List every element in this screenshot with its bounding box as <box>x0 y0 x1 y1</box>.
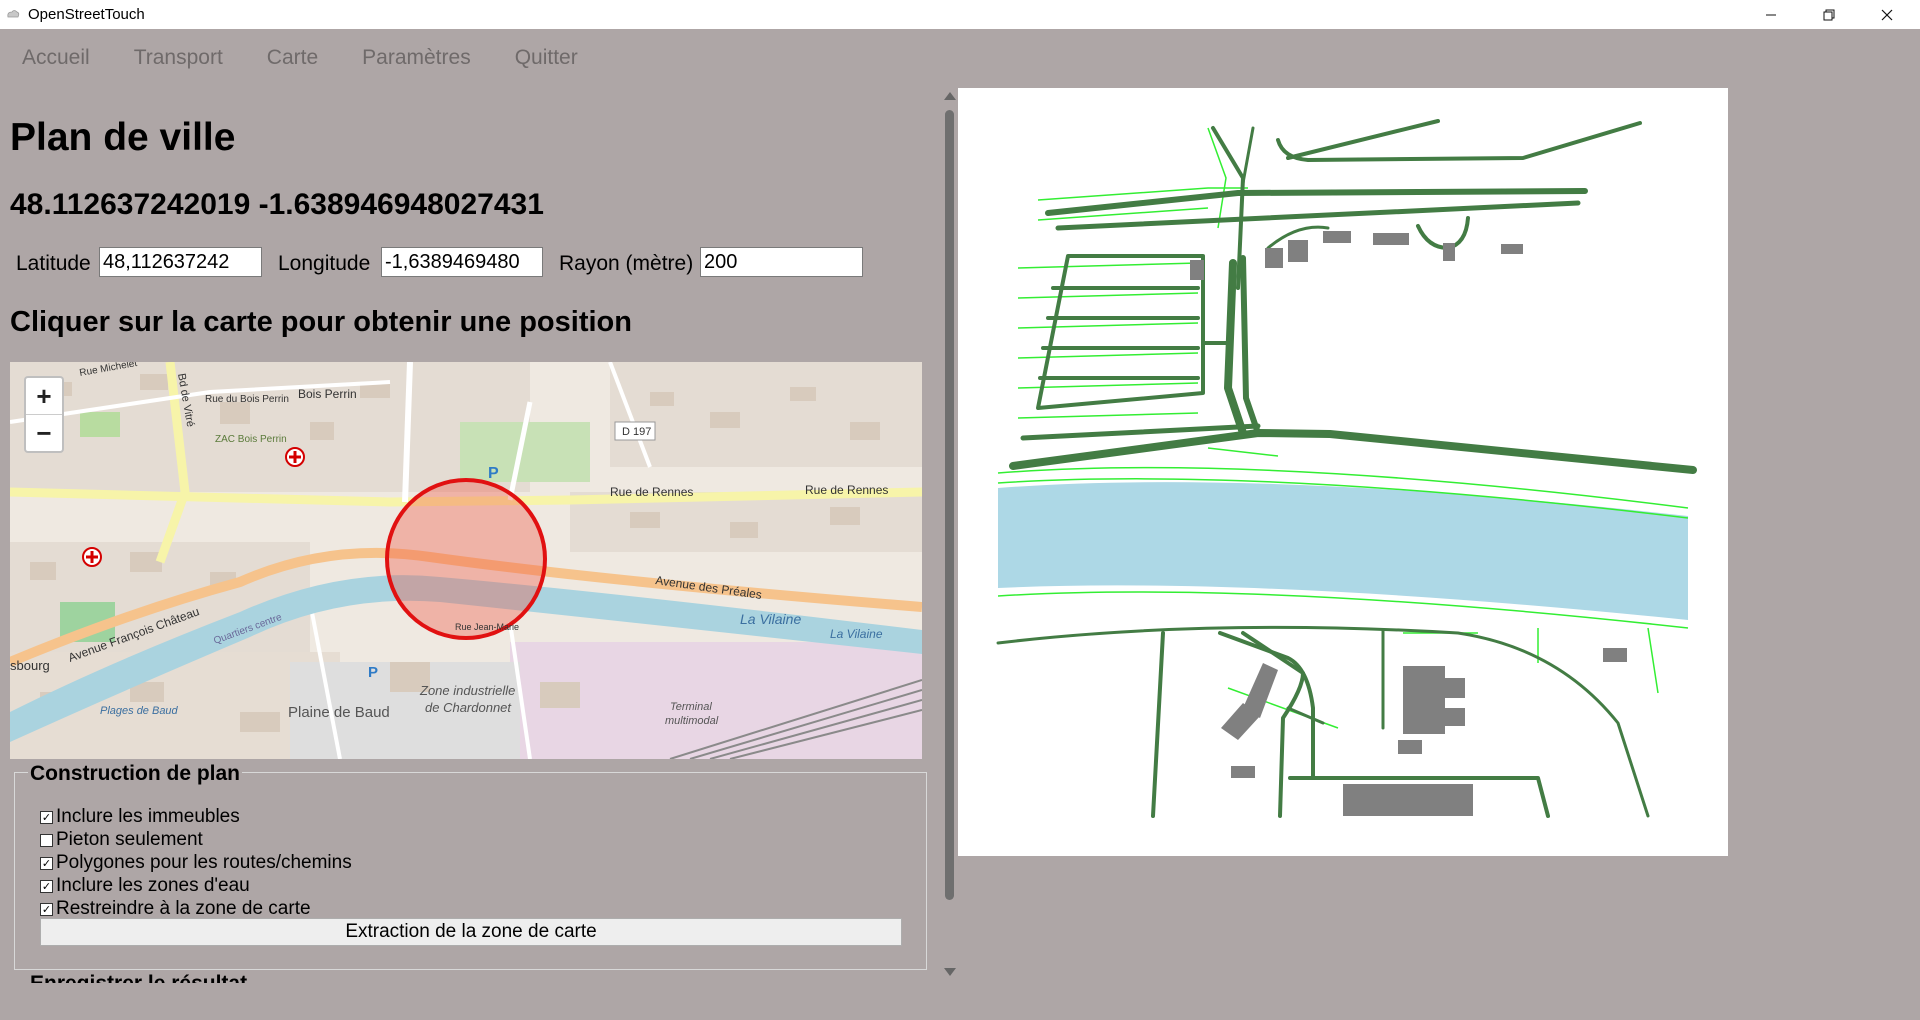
window-title: OpenStreetTouch <box>28 6 145 23</box>
map-label: Rue de Rennes <box>805 483 888 497</box>
map-label: Plages de Baud <box>100 705 179 717</box>
option-restrict[interactable]: ✓ Restreindre à la zone de carte <box>40 898 311 920</box>
page-title: Plan de ville <box>10 116 236 159</box>
latitude-label: Latitude <box>16 252 91 275</box>
map-label: sbourg <box>10 658 50 673</box>
restore-button[interactable] <box>1800 0 1858 29</box>
map-zoom-control: + − <box>24 376 64 453</box>
option-label: Pieton seulement <box>56 829 203 850</box>
map-label: Plaine de Baud <box>288 704 390 721</box>
close-icon <box>1881 9 1893 20</box>
map-label: D 197 <box>622 426 651 438</box>
extract-button[interactable]: Extraction de la zone de carte <box>40 918 902 946</box>
menu-item-parametres[interactable]: Paramètres <box>362 40 471 76</box>
city-plan-preview <box>958 88 1728 856</box>
latitude-input[interactable] <box>99 247 262 277</box>
parking-icon: P <box>488 465 499 482</box>
app-icon <box>7 10 20 18</box>
coordinates-readout: 48.112637242019 -1.638946948027431 <box>10 188 544 221</box>
map-label: Bois Perrin <box>298 387 357 401</box>
option-water[interactable]: ✓ Inclure les zones d'eau <box>40 875 250 897</box>
map-label: Rue Jean-Marie <box>455 622 519 632</box>
map-label: La Vilaine <box>830 627 883 641</box>
plan-drawing <box>996 119 1697 818</box>
checkbox-checked-icon[interactable]: ✓ <box>40 879 53 893</box>
option-buildings[interactable]: ✓ Inclure les immeubles <box>40 806 240 828</box>
vertical-scrollbar[interactable] <box>940 88 960 980</box>
restore-icon <box>1823 9 1835 20</box>
menu-item-carte[interactable]: Carte <box>267 40 318 76</box>
longitude-label: Longitude <box>278 252 371 275</box>
map-label: ZAC Bois Perrin <box>215 434 287 445</box>
radius-label: Rayon (mètre) <box>559 252 694 275</box>
map-label: Zone industrielle <box>419 683 515 698</box>
scroll-thumb[interactable] <box>945 110 954 900</box>
option-label: Restreindre à la zone de carte <box>56 898 311 919</box>
minimize-button[interactable] <box>1742 0 1800 29</box>
map-label: de Chardonnet <box>425 700 512 715</box>
map-instruction: Cliquer sur la carte pour obtenir une po… <box>10 306 632 338</box>
minimize-icon <box>1766 14 1776 15</box>
osm-map[interactable]: Rue Michelet Rue du Bois Perrin Bois Per… <box>10 362 922 759</box>
map-label: Rue de Rennes <box>610 485 693 499</box>
option-label: Inclure les immeubles <box>56 806 240 827</box>
checkbox-checked-icon[interactable]: ✓ <box>40 810 53 824</box>
main-menu: Accueil Transport Carte Paramètres Quitt… <box>0 40 600 76</box>
map-label: Terminal <box>670 701 712 713</box>
scroll-down-icon[interactable] <box>944 968 956 976</box>
zoom-in-button[interactable]: + <box>26 378 62 415</box>
map-label: multimodal <box>665 715 719 727</box>
next-section-title: Enregistrer le résultat <box>30 972 247 983</box>
zoom-out-button[interactable]: − <box>26 415 62 451</box>
checkbox-checked-icon[interactable]: ✓ <box>40 856 53 870</box>
checkbox-checked-icon[interactable]: ✓ <box>40 902 53 916</box>
option-polygons[interactable]: ✓ Polygones pour les routes/chemins <box>40 852 352 874</box>
option-label: Polygones pour les routes/chemins <box>56 852 352 873</box>
longitude-input[interactable] <box>381 247 543 277</box>
title-bar: OpenStreetTouch <box>0 0 1920 29</box>
map-label: La Vilaine <box>740 611 801 627</box>
map-tiles: Rue Michelet Rue du Bois Perrin Bois Per… <box>10 362 922 759</box>
option-pedestrian[interactable]: Pieton seulement <box>40 829 203 851</box>
menu-item-transport[interactable]: Transport <box>134 40 223 76</box>
map-label: Rue du Bois Perrin <box>205 394 289 405</box>
menu-item-quitter[interactable]: Quitter <box>515 40 578 76</box>
close-button[interactable] <box>1858 0 1916 29</box>
group-title: Construction de plan <box>28 762 242 786</box>
menu-item-accueil[interactable]: Accueil <box>22 40 90 76</box>
radius-input[interactable] <box>700 247 863 277</box>
checkbox-unchecked-icon[interactable] <box>40 833 53 847</box>
parking-icon: P <box>368 664 378 681</box>
option-label: Inclure les zones d'eau <box>56 875 250 896</box>
scroll-up-icon[interactable] <box>944 92 956 100</box>
